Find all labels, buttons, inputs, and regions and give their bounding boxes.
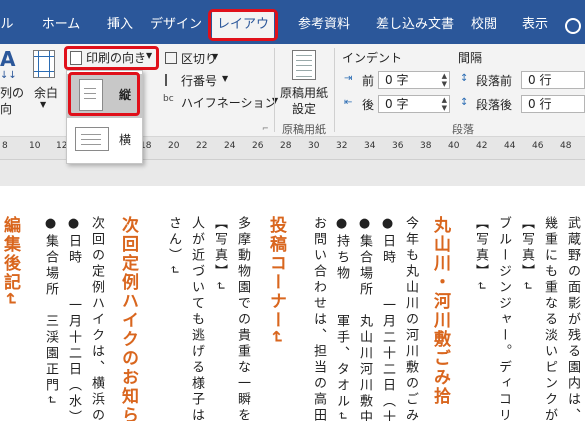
ruler-tick: 38 <box>420 141 432 151</box>
document-column: ブルージンジャー。ディコリサ <box>496 216 511 421</box>
document-column: ●集合場所 丸山川河川敷中央 <box>357 216 372 421</box>
hyphenation-chevron-icon: ▼ <box>272 96 279 105</box>
spinner-arrows-icon[interactable]: ▲ ▼ <box>442 96 447 112</box>
margins-icon[interactable] <box>33 50 55 78</box>
genko-group-label: 原稿用紙 <box>282 123 326 136</box>
margins-chevron-icon: ▼ <box>40 100 47 109</box>
document-column: 幾重にも重なる淡いピンクが美 <box>542 216 557 421</box>
ruler-tick: 44 <box>504 141 516 151</box>
spacing-after-icon: ↕ <box>460 97 469 108</box>
document-column: 【写真】↵ <box>212 216 227 294</box>
document-column: さん）↵ <box>166 216 181 278</box>
tab-insert[interactable]: 挿入 <box>97 13 143 37</box>
hyphenation-icon: bc <box>163 94 174 104</box>
tab-references[interactable]: 参考資料 <box>285 13 363 37</box>
ruler-tick: 22 <box>196 141 208 151</box>
indent-after-icon: ⇤ <box>344 97 353 108</box>
spacing-group-label: 間隔 <box>458 51 483 65</box>
document-column: 【写真】↵ <box>473 216 488 294</box>
ruler-tick: 42 <box>476 141 488 151</box>
margins-button[interactable]: 余白 <box>34 84 58 101</box>
ruler-tick: 46 <box>532 141 544 151</box>
landscape-label: 横 <box>119 133 132 147</box>
landscape-page-icon <box>75 127 109 151</box>
hyphenation-button[interactable]: ハイフネーション <box>181 94 277 111</box>
ruler-tick: 24 <box>224 141 236 151</box>
ruler-tick: 26 <box>252 141 264 151</box>
document-column: 次回の定例ハイクは、横浜の三 <box>89 216 104 421</box>
document-column: ●日時 一月十二日（水） <box>66 216 81 421</box>
spinner-arrows-icon[interactable]: ▲ ▼ <box>442 72 447 88</box>
spacing-after-label: 段落後 <box>476 98 513 112</box>
ruler-tick: 8 <box>2 141 8 151</box>
line-numbers-icon <box>165 74 177 86</box>
document-column: ●持ち物 軍手、タオル↵ <box>334 216 349 421</box>
tab-design[interactable]: デザイン <box>148 13 204 37</box>
paragraph-group-label: 段落 <box>452 123 474 136</box>
document-page[interactable]: 武蔵野の面影が残る園内は、四 幾重にも重なる淡いピンクが美 【写真】↵ ブルージ… <box>0 186 585 421</box>
ruler-tick: 40 <box>448 141 460 151</box>
ruler-tick: 48 <box>560 141 572 151</box>
genko-settings-label-2[interactable]: 設定 <box>292 100 316 117</box>
indent-group-label: インデント <box>342 51 403 65</box>
document-column: お問い合わせは、担当の高田さ <box>311 216 326 421</box>
layout-tab-highlight <box>208 9 278 41</box>
breaks-chevron-icon: ▼ <box>212 52 219 61</box>
document-column: 今年も丸山川の河川敷のごみ拾 <box>403 216 418 421</box>
portrait-option-highlight <box>68 72 140 116</box>
ruler-tick: 28 <box>280 141 292 151</box>
indent-before-input[interactable]: 0 字 ▲ ▼ <box>378 71 450 89</box>
indent-after-input[interactable]: 0 字 ▲ ▼ <box>378 95 450 113</box>
tab-home[interactable]: ホーム <box>32 13 90 37</box>
line-numbers-button[interactable]: 行番号 <box>181 72 217 89</box>
page-setup-launcher-icon[interactable]: ⌐ <box>262 124 269 133</box>
spacing-before-input[interactable]: 0 行 <box>521 71 585 89</box>
genko-paper-icon[interactable] <box>292 50 316 80</box>
orientation-button-highlight <box>64 46 159 70</box>
document-column: ●集合場所 三渓園正門↵ <box>43 216 58 408</box>
breaks-icon <box>165 52 177 64</box>
document-column: 武蔵野の面影が残る園内は、四 <box>565 216 580 421</box>
indent-after-label: 後 <box>362 98 375 112</box>
indent-before-label: 前 <box>362 74 375 88</box>
ruler-tick: 36 <box>392 141 404 151</box>
spacing-before-icon: ↕ <box>460 73 469 84</box>
ruler-tick: 34 <box>364 141 376 151</box>
spacing-before-label: 段落前 <box>476 74 513 88</box>
tab-file[interactable]: ル <box>0 13 14 37</box>
document-column: 【写真】↵ <box>519 216 534 294</box>
section-heading: 投稿コーナー↵ <box>266 216 286 347</box>
line-numbers-chevron-icon: ▼ <box>222 74 229 83</box>
ribbon-separator <box>334 48 335 132</box>
tab-view[interactable]: 表示 <box>512 13 558 37</box>
tab-review[interactable]: 校閲 <box>460 13 508 37</box>
section-heading: 次回定例ハイクのお知ら <box>118 216 138 421</box>
genko-settings-label-1[interactable]: 原稿用紙 <box>280 84 328 101</box>
document-column: 多摩動物園での貴重な一瞬を撮 <box>235 216 250 421</box>
ruler-tick: 10 <box>29 141 41 151</box>
document-column: ●日時 一月二十二日（十 <box>380 216 395 421</box>
tab-mailings[interactable]: 差し込み文書 <box>366 13 464 37</box>
text-direction-arrows-icon: ↓↓ <box>0 70 17 81</box>
indent-before-icon: ⇥ <box>344 73 353 84</box>
ribbon-tab-bar: ル ホーム 挿入 デザイン レイアウト 参考資料 差し込み文書 校閲 表示 <box>0 0 585 44</box>
ruler-tick: 32 <box>336 141 348 151</box>
orientation-option-landscape[interactable]: 横 <box>67 119 142 163</box>
ruler-tick: 20 <box>168 141 180 151</box>
ribbon-separator <box>274 48 275 132</box>
document-column: 人が近づいても逃げる様子はな <box>189 216 204 421</box>
ruler-tick: 30 <box>308 141 320 151</box>
lightbulb-icon[interactable] <box>565 18 581 34</box>
text-direction-label-2: 向 <box>0 102 13 116</box>
spacing-after-input[interactable]: 0 行 <box>521 95 585 113</box>
text-direction-icon[interactable]: A <box>0 48 15 70</box>
section-heading: 丸山川・河川敷ごみ拾 <box>430 216 450 406</box>
text-direction-label[interactable]: 列の <box>0 84 24 101</box>
section-heading: 編集後記↵ <box>0 216 20 309</box>
